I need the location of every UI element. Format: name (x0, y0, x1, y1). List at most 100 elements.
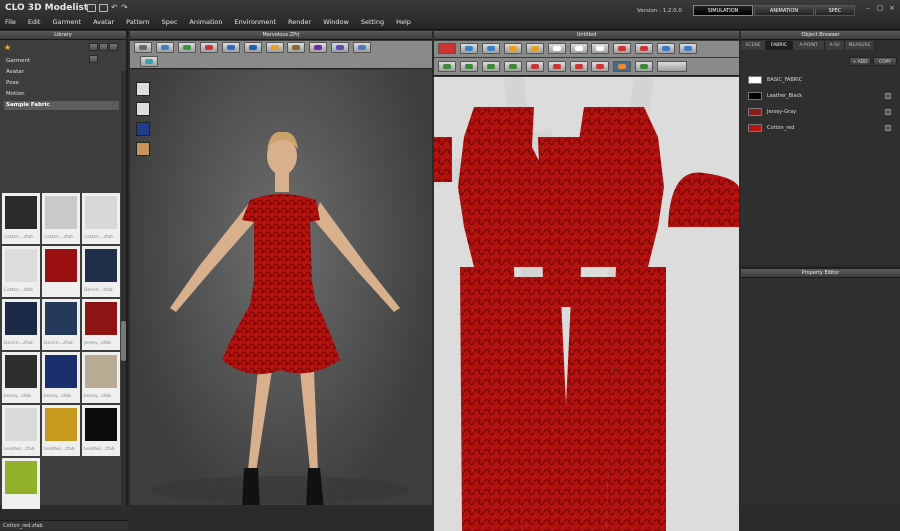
library-scrollbar[interactable] (121, 71, 126, 511)
check-sewing-tool[interactable] (503, 61, 522, 72)
tack-on-avatar-tool[interactable] (525, 61, 544, 72)
internal-circle-tool[interactable] (635, 43, 654, 54)
fabric-thumbnail[interactable]: Jersey...zfab (82, 299, 120, 350)
fabric-list-item[interactable]: BASIC_FABRIC (745, 74, 895, 86)
mode-spec-button[interactable]: SPEC (815, 5, 855, 16)
segment-sew-tool[interactable] (438, 61, 456, 72)
redo-icon[interactable]: ↷ (121, 3, 128, 12)
library-item-garment[interactable]: Garment (4, 57, 119, 66)
zoom-slider[interactable] (657, 61, 688, 72)
tack-tool-2d[interactable] (547, 61, 566, 72)
view-option-tool[interactable] (140, 56, 158, 67)
lock-icon[interactable] (885, 93, 891, 99)
fabric-list-item[interactable]: Jersey-Gray (745, 106, 895, 118)
zip-tool[interactable] (353, 42, 372, 53)
mode-animation-button[interactable]: ANIMATION (754, 5, 814, 16)
tab-measure[interactable]: MEASURE (845, 41, 875, 50)
menu-garment[interactable]: Garment (52, 18, 81, 26)
fabric-thumbnail[interactable]: Denim...zfab (82, 246, 120, 297)
menu-avatar[interactable]: Avatar (93, 18, 114, 26)
fabric-thumbnail[interactable]: Denim...zfab (2, 299, 40, 350)
menu-pattern[interactable]: Pattern (126, 18, 149, 26)
menu-render[interactable]: Render (288, 18, 311, 26)
fold-arrangement-tool[interactable] (569, 61, 588, 72)
select-mesh-tool[interactable] (134, 42, 152, 53)
menu-setting[interactable]: Setting (361, 18, 384, 26)
edit-pattern-tool[interactable] (459, 43, 478, 54)
add-point-tool[interactable] (525, 43, 544, 54)
circle-tool[interactable] (591, 43, 610, 54)
fabric-thumbnail[interactable]: Leather...zfab (2, 405, 40, 456)
tack-tool[interactable] (243, 42, 262, 53)
transform-pattern-tool[interactable] (481, 43, 500, 54)
tab-a-point[interactable]: A-POINT (793, 41, 825, 50)
fabric-thumbnail[interactable]: Leather...zfab (42, 405, 80, 456)
fabric-thumbnail[interactable]: Jersey...zfab (82, 352, 120, 403)
fabric-thumbnail[interactable]: Cotton...zfab (2, 246, 40, 297)
tab-a-sv[interactable]: A-SV (825, 41, 845, 50)
rotate-pattern-tool[interactable] (438, 43, 456, 54)
menu-animation[interactable]: Animation (189, 18, 222, 26)
menu-window[interactable]: Window (323, 18, 349, 26)
fabric-thumbnail[interactable]: Cotton...zfab (82, 193, 120, 244)
library-item-avatar[interactable]: Avatar (4, 68, 119, 77)
save-icon[interactable] (87, 4, 96, 12)
close-icon[interactable]: × (888, 4, 896, 12)
fold-tool[interactable] (199, 42, 218, 53)
texture-edit-tool[interactable] (591, 61, 610, 72)
library-item-motion[interactable]: Motion (4, 90, 119, 99)
fabric-thumbnail[interactable]: Leather...zfab (82, 405, 120, 456)
menu-file[interactable]: File (5, 18, 16, 26)
menu-environment[interactable]: Environment (235, 18, 277, 26)
polygon-tool[interactable] (569, 43, 588, 54)
menu-edit[interactable]: Edit (28, 18, 41, 26)
fabric-thumbnail[interactable]: Denim...zfab (42, 299, 80, 350)
scrollbar-thumb[interactable] (121, 321, 126, 361)
dart-tool[interactable] (657, 43, 676, 54)
3d-viewport[interactable] (130, 70, 432, 505)
fit-tool[interactable] (331, 42, 350, 53)
pin-tool[interactable] (221, 42, 240, 53)
library-remove-icon[interactable] (98, 43, 108, 51)
library-item-pose[interactable]: Pose (4, 79, 119, 88)
fabric-thumbnail[interactable] (2, 458, 40, 509)
tab-scene[interactable]: SCENE (741, 41, 766, 50)
notch-tool[interactable] (679, 43, 698, 54)
rectangle-tool[interactable] (547, 43, 566, 54)
fabric-thumbnail[interactable]: Jersey...zfab (42, 352, 80, 403)
favorite-star-icon[interactable]: ★ (4, 43, 11, 52)
grainline-tool[interactable] (635, 61, 654, 72)
select-move-tool[interactable] (155, 42, 174, 53)
sew-tool[interactable] (309, 42, 328, 53)
fabric-list-item[interactable]: Cotton_red (745, 122, 895, 134)
fabric-thumbnail[interactable]: Cotton...zfab (2, 193, 40, 244)
lock-icon[interactable] (885, 125, 891, 131)
menu-spec[interactable]: Spec (162, 18, 178, 26)
line-tool[interactable] (287, 42, 306, 53)
fabric-list-item[interactable]: Leather_Black (745, 90, 895, 102)
free-sew-tool[interactable] (459, 61, 478, 72)
fabric-thumbnail[interactable]: Jersey...zfab (2, 352, 40, 403)
edit-curvature-tool[interactable] (503, 43, 522, 54)
measure-tool[interactable] (265, 42, 284, 53)
minimize-icon[interactable]: – (864, 4, 872, 12)
2d-pattern-canvas[interactable]: ↖ (434, 77, 739, 531)
tab-fabric[interactable]: FABRIC (766, 41, 793, 50)
transform-tool[interactable] (177, 42, 196, 53)
fabric-thumbnail[interactable]: Cotton...zfab (42, 193, 80, 244)
undo-icon[interactable]: ↶ (111, 3, 118, 12)
edit-sewing-tool[interactable] (481, 61, 500, 72)
select-texture-tool[interactable] (613, 61, 632, 72)
lock-icon[interactable] (885, 109, 891, 115)
maximize-icon[interactable]: □ (876, 4, 884, 12)
library-item-sample-fabric[interactable]: Sample Fabric (4, 101, 119, 110)
library-add-icon[interactable] (88, 43, 98, 51)
add-fabric-button[interactable]: + ADD (849, 57, 871, 66)
library-list-view-icon[interactable] (108, 43, 118, 51)
copy-fabric-button[interactable]: COPY (873, 57, 897, 66)
mode-simulation-button[interactable]: SIMULATION (693, 5, 753, 16)
internal-rect-tool[interactable] (613, 43, 632, 54)
open-folder-icon[interactable] (99, 4, 108, 12)
menu-help[interactable]: Help (396, 18, 411, 26)
fabric-thumbnail[interactable] (42, 246, 80, 297)
